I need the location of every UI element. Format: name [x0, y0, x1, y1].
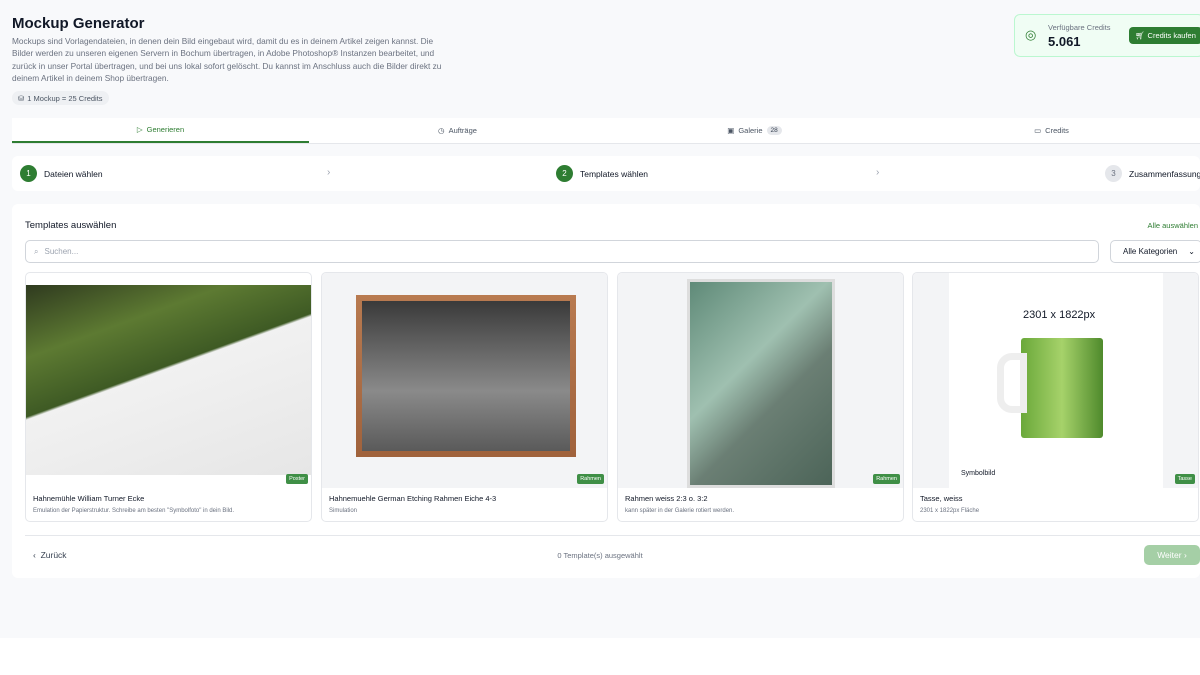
step-label: Dateien wählen [44, 168, 103, 179]
credits-panel: ◎ Verfügbare Credits 5.061 🛒︎ Credits kau… [1014, 14, 1200, 57]
step-2[interactable]: 2 Templates wählen [556, 165, 648, 182]
step-3[interactable]: 3 Zusammenfassung [1105, 165, 1200, 182]
template-title: Hahnemühle William Turner Ecke [33, 494, 145, 503]
template-card[interactable]: 2301 x 1822px Symbolbild Tasse Tasse, we… [912, 272, 1199, 522]
category-tag: Rahmen [577, 474, 604, 484]
template-card[interactable]: Rahmen Rahmen weiss 2:3 o. 3:2 kann spät… [617, 272, 904, 522]
search-input[interactable]: ⌕ Suchen... [25, 240, 1099, 263]
clock-icon: ◷ [438, 126, 445, 135]
template-card[interactable]: Rahmen Hahnemuehle German Etching Rahmen… [321, 272, 608, 522]
template-image [322, 273, 607, 488]
search-placeholder: Suchen... [44, 247, 79, 256]
stepper: 1 Dateien wählen › 2 Templates wählen › 3Z… [12, 156, 1200, 191]
tab-auftraege[interactable]: ◷ Aufträge [309, 118, 606, 143]
search-icon: ⌕ [34, 246, 39, 256]
page-title: Mockup Generator [12, 15, 145, 32]
category-tag: Poster [286, 474, 308, 484]
buy-credits-button[interactable]: 🛒︎ Credits kaufen [1129, 27, 1200, 44]
category-value: Alle Kategorien [1123, 247, 1178, 256]
tab-label: Galerie [738, 126, 763, 135]
template-subtitle: 2301 x 1822px Fläche [920, 508, 980, 514]
page-description: Mockups sind Vorlagendateien, in denen d… [12, 36, 442, 83]
credits-label: Verfügbare Credits [1048, 23, 1111, 32]
template-title: Tasse, weiss [920, 494, 963, 503]
template-subtitle: Emulation der Papierstruktur. Schreibe a… [33, 508, 235, 514]
chevron-down-icon: ⌄ [1188, 247, 1195, 256]
chevron-right-icon: › [327, 167, 331, 178]
coins-icon: ⛁ [18, 93, 25, 103]
template-title: Hahnemuehle German Etching Rahmen Eiche … [329, 494, 497, 503]
tab-label: Generieren [146, 125, 185, 134]
tab-galerie[interactable]: ▣ Galerie 28 [606, 118, 903, 143]
templates-panel: Templates auswählen Alle auswählen ⌕ Such… [12, 204, 1200, 578]
tab-bar: ▷ Generieren ◷ Aufträge ▣ Galerie 28 ▭ Credit… [12, 118, 1200, 144]
template-image [618, 273, 903, 488]
next-label: Weiter [1157, 550, 1182, 560]
cart-icon: 🛒︎ [1135, 31, 1145, 40]
template-card[interactable]: Poster Hahnemühle William Turner Ecke Em… [25, 272, 312, 522]
tab-label: Aufträge [448, 126, 477, 135]
step-label: Zusammenfassung [1129, 168, 1200, 179]
template-subtitle: Simulation [329, 508, 358, 514]
category-tag: Rahmen [873, 474, 900, 484]
template-image [26, 285, 311, 475]
select-all-link[interactable]: Alle auswählen [1148, 221, 1198, 230]
step-number: 1 [20, 165, 37, 182]
tab-generieren[interactable]: ▷ Generieren [12, 118, 309, 143]
image-icon: ▣ [727, 126, 735, 135]
category-select[interactable]: Alle Kategorien ⌄ [1110, 240, 1200, 263]
step-number: 3 [1105, 165, 1122, 182]
credit-card-icon: ▭ [1034, 126, 1042, 135]
next-button[interactable]: Weiter › [1144, 545, 1200, 565]
price-note-text: 1 Mockup = 25 Credits [27, 93, 103, 103]
section-title: Templates auswählen [25, 220, 117, 231]
step-1[interactable]: 1 Dateien wählen [20, 165, 103, 182]
tab-credits[interactable]: ▭ Credits [903, 118, 1200, 143]
template-subtitle: kann später in der Galerie rotiert werde… [625, 508, 735, 514]
gallery-count-badge: 28 [766, 126, 782, 135]
credits-value: 5.061 [1048, 34, 1081, 49]
coins-icon: ◎ [1025, 27, 1037, 42]
step-label: Templates wählen [580, 168, 649, 179]
step-number: 2 [556, 165, 573, 182]
category-tag: Tasse [1174, 474, 1195, 484]
image-size-text: 2301 x 1822px [1023, 309, 1096, 321]
page: Mockup Generator Mockups sind Vorlagenda… [0, 0, 1200, 638]
chevron-right-icon: › [876, 167, 880, 178]
buy-credits-label: Credits kaufen [1147, 31, 1196, 40]
tab-label: Credits [1045, 126, 1069, 135]
divider [25, 535, 1200, 536]
selected-count: 0 Template(s) ausgewählt [557, 551, 643, 560]
play-icon: ▷ [136, 125, 143, 134]
template-image: 2301 x 1822px Symbolbild [913, 273, 1198, 488]
image-caption: Symbolbild [961, 470, 996, 477]
template-title: Rahmen weiss 2:3 o. 3:2 [625, 494, 708, 503]
price-note: ⛁ 1 Mockup = 25 Credits [12, 91, 109, 105]
